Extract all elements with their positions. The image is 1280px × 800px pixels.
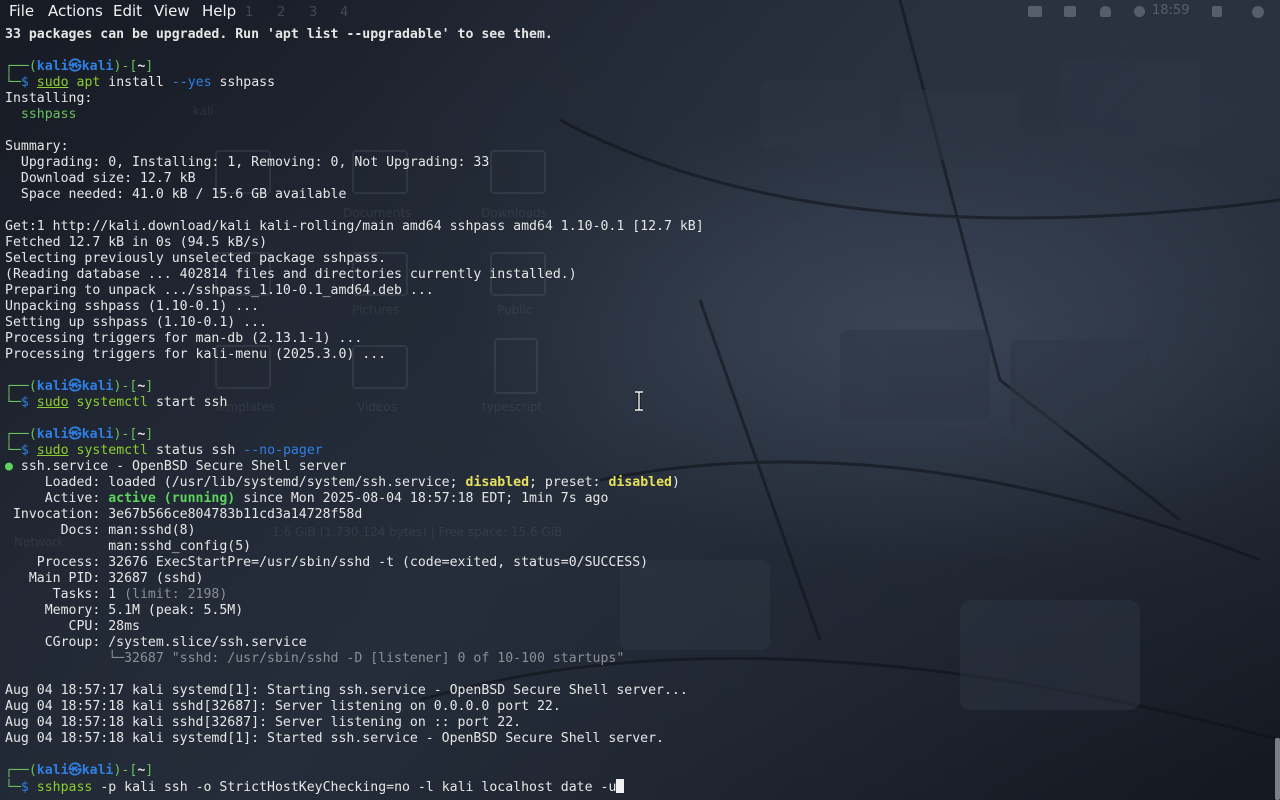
- display-icon[interactable]: [1028, 6, 1042, 17]
- output-line: Space needed: 41.0 kB / 15.6 GB availabl…: [5, 187, 347, 202]
- output-line: Processing triggers for kali-menu (2025.…: [5, 347, 387, 362]
- service-detail-line: Memory: 5.1M (peak: 5.5M): [5, 603, 244, 618]
- service-detail-line: Invocation: 3e67b566ce804783b11cd3a14728…: [5, 507, 363, 522]
- output-line: Processing triggers for man-db (2.13.1-1…: [5, 331, 363, 346]
- output-line: Preparing to unpack .../sshpass_1.10-0.1…: [5, 283, 434, 298]
- menu-view[interactable]: View: [154, 2, 190, 20]
- output-line: Selecting previously unselected package …: [5, 251, 387, 266]
- output-line: Summary:: [5, 139, 69, 154]
- service-detail-line: CPU: 28ms: [5, 619, 140, 634]
- terminal-output[interactable]: 33 packages can be upgraded. Run 'apt li…: [5, 27, 704, 795]
- service-status-title: ● ssh.service - OpenBSD Secure Shell ser…: [5, 459, 347, 474]
- notification-bell-icon[interactable]: [1100, 6, 1111, 17]
- service-cgroup-child: └─32687 "sshd: /usr/sbin/sshd -D [listen…: [5, 651, 625, 666]
- power-icon[interactable]: [1252, 6, 1264, 18]
- service-active-line: Active: active (running) since Mon 2025-…: [5, 491, 609, 506]
- service-detail-line: Main PID: 32687 (sshd): [5, 571, 204, 586]
- service-loaded-line: Loaded: loaded (/usr/lib/systemd/system/…: [5, 475, 680, 490]
- mouse-ibeam-cursor-icon: [635, 391, 643, 411]
- command-line: └─$ sudo apt install --yes sshpass: [5, 75, 276, 90]
- clock[interactable]: 18:59: [1152, 3, 1189, 18]
- workspace-2[interactable]: 2: [277, 5, 285, 20]
- current-command-line[interactable]: └─$ sshpass -p kali ssh -o StrictHostKey…: [5, 779, 704, 795]
- output-line: (Reading database ... 402814 files and d…: [5, 267, 577, 282]
- workspace-4[interactable]: 4: [340, 5, 348, 20]
- journal-line: Aug 04 18:57:18 kali sshd[32687]: Server…: [5, 699, 561, 714]
- journal-line: Aug 04 18:57:18 kali systemd[1]: Started…: [5, 731, 664, 746]
- system-tray: 18:59: [1000, 0, 1280, 22]
- service-detail-line: Docs: man:sshd(8): [5, 523, 196, 538]
- workspace-3[interactable]: 3: [309, 5, 317, 20]
- terminal-menubar: File Actions Edit View Help 1 2 3 4 18:5…: [0, 0, 1280, 22]
- output-line: Download size: 12.7 kB: [5, 171, 196, 186]
- volume-icon[interactable]: [1064, 6, 1076, 17]
- output-line: Unpacking sshpass (1.10-0.1) ...: [5, 299, 260, 314]
- journal-line: Aug 04 18:57:17 kali systemd[1]: Startin…: [5, 683, 688, 698]
- network-icon[interactable]: [1134, 6, 1145, 17]
- service-detail-line: man:sshd_config(5): [5, 539, 252, 554]
- output-line: Setting up sshpass (1.10-0.1) ...: [5, 315, 268, 330]
- output-line: Fetched 12.7 kB in 0s (94.5 kB/s): [5, 235, 268, 250]
- menu-edit[interactable]: Edit: [113, 2, 142, 20]
- prompt-line: ┌──(kali㉿kali)-[~]: [5, 59, 154, 74]
- prompt-line: ┌──(kali㉿kali)-[~]: [5, 763, 154, 778]
- output-line: Installing:: [5, 91, 93, 106]
- output-line: sshpass: [5, 107, 77, 122]
- service-detail-line: CGroup: /system.slice/ssh.service: [5, 635, 307, 650]
- command-line: └─$ sudo systemctl start ssh: [5, 395, 228, 410]
- output-line: Upgrading: 0, Installing: 1, Removing: 0…: [5, 155, 490, 170]
- service-detail-line: Process: 32676 ExecStartPre=/usr/sbin/ss…: [5, 555, 649, 570]
- text-cursor: [616, 779, 625, 793]
- terminal-scrollbar[interactable]: [1275, 738, 1280, 800]
- prompt-line: ┌──(kali㉿kali)-[~]: [5, 379, 154, 394]
- prompt-line: ┌──(kali㉿kali)-[~]: [5, 427, 154, 442]
- command-line: └─$ sudo systemctl status ssh --no-pager: [5, 443, 323, 458]
- menu-actions[interactable]: Actions: [48, 2, 103, 20]
- workspace-1[interactable]: 1: [245, 5, 253, 20]
- service-tasks-line: Tasks: 1 (limit: 2198): [5, 587, 228, 602]
- journal-line: Aug 04 18:57:18 kali sshd[32687]: Server…: [5, 715, 522, 730]
- menu-file[interactable]: File: [9, 2, 34, 20]
- output-line: Get:1 http://kali.download/kali kali-rol…: [5, 219, 704, 234]
- menu-help[interactable]: Help: [202, 2, 236, 20]
- upgrade-notice: 33 packages can be upgraded. Run 'apt li…: [5, 27, 553, 42]
- lock-icon[interactable]: [1212, 6, 1222, 17]
